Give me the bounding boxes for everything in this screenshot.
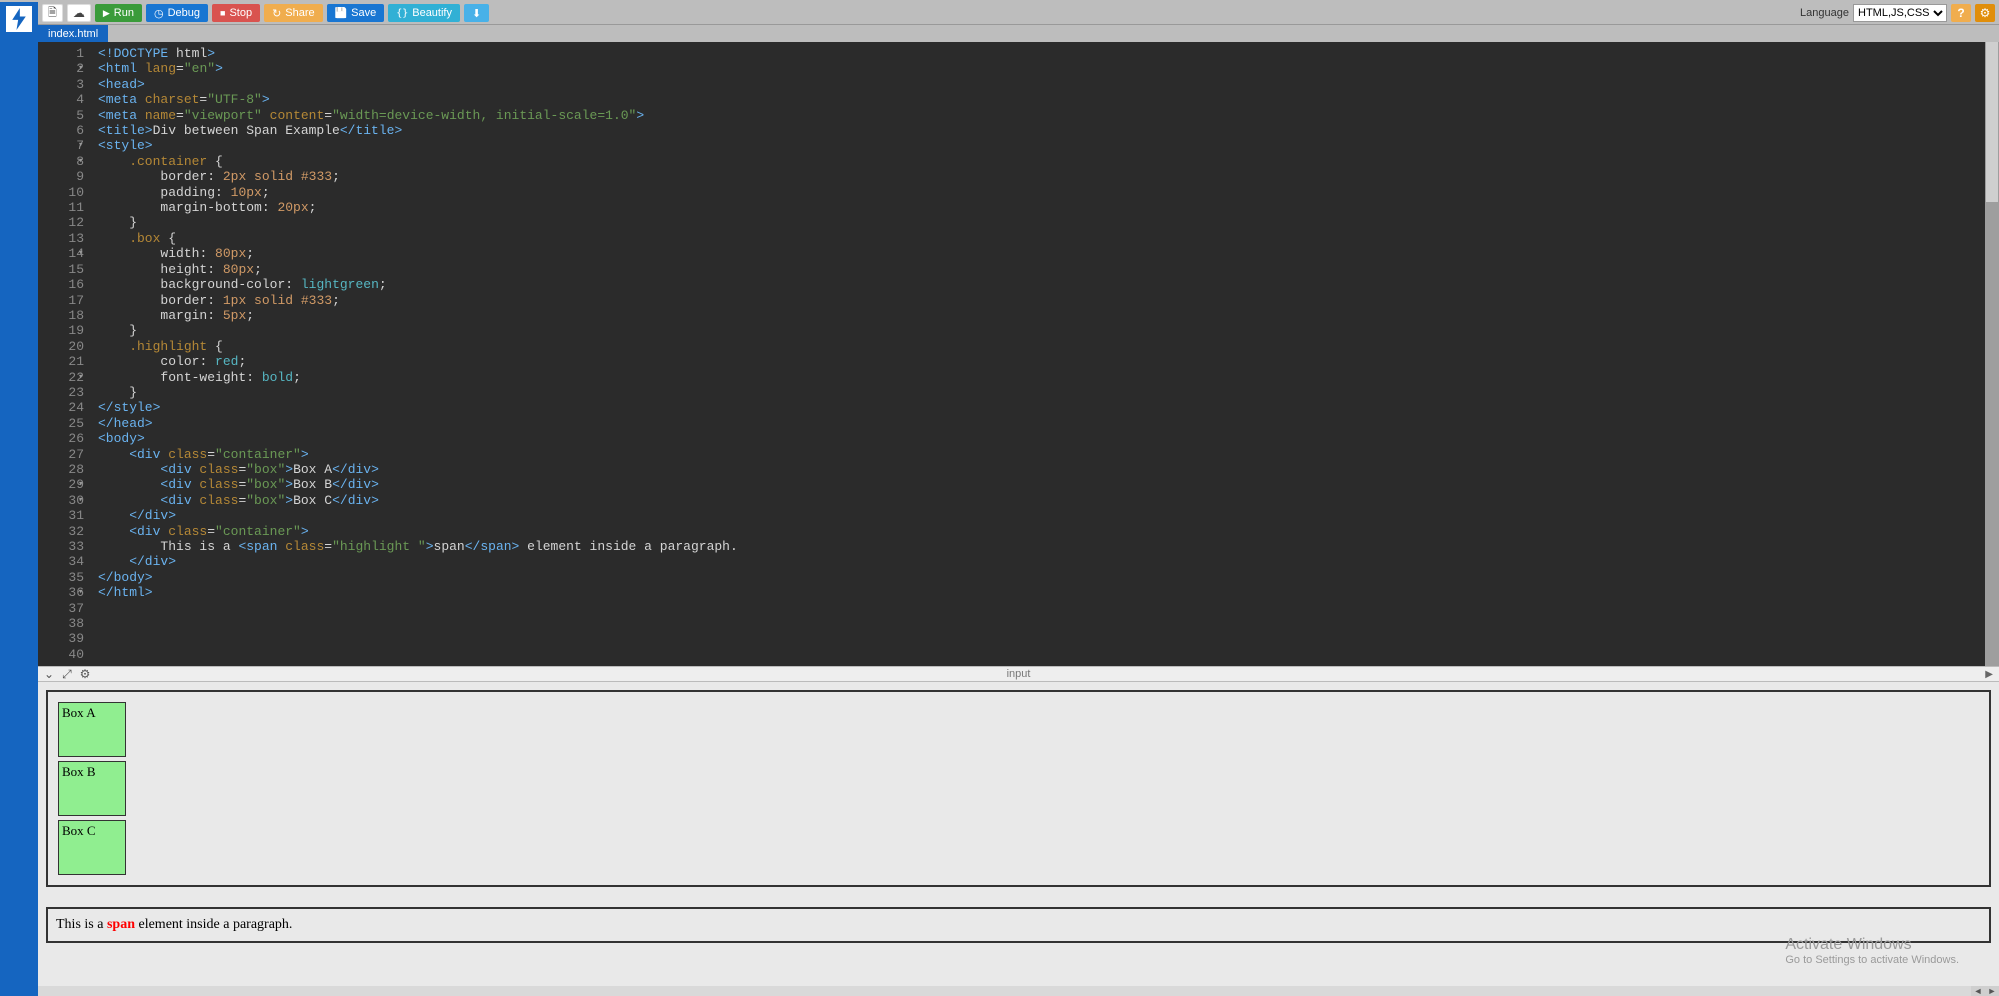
sidebar-column	[0, 2, 38, 996]
panel-divider[interactable]: ⌄ ⤢ ⚙ input ▶	[38, 666, 1999, 682]
share-button[interactable]: Share	[264, 4, 323, 22]
preview-box: Box B	[58, 761, 126, 816]
braces-icon	[396, 7, 408, 19]
preview-container-1: Box A Box B Box C	[46, 690, 1991, 887]
file-icon	[48, 4, 57, 23]
download-button[interactable]	[464, 4, 489, 22]
stop-icon	[220, 7, 225, 19]
preview-text-pre: This is a	[56, 917, 107, 932]
clock-icon	[154, 7, 164, 20]
language-select[interactable]: HTML,JS,CSS	[1853, 4, 1947, 22]
stop-label: Stop	[229, 7, 252, 19]
editor-scrollbar[interactable]	[1985, 42, 1999, 666]
preview-text-post: element inside a paragraph.	[135, 917, 292, 932]
new-file-button[interactable]	[42, 4, 63, 22]
save-icon	[335, 7, 347, 19]
code-body[interactable]: <!DOCTYPE html><html lang="en"><head><me…	[98, 42, 1985, 666]
cloud-icon	[73, 6, 85, 20]
file-tab-index[interactable]: index.html	[38, 25, 108, 42]
help-button[interactable]	[1951, 4, 1971, 22]
preview-panel: Box A Box B Box C This is a span element…	[38, 682, 1999, 986]
panel-arrow-icon[interactable]: ▶	[1985, 669, 1993, 680]
language-label: Language	[1800, 7, 1849, 19]
preview-highlight-span: span	[107, 917, 135, 932]
code-editor[interactable]: 1234567891011121314151617181920212223242…	[38, 42, 1999, 666]
tab-bar: index.html	[38, 24, 1999, 42]
scroll-left-icon[interactable]: ◄	[1971, 986, 1985, 996]
cloud-button[interactable]	[67, 4, 91, 22]
panel-title: input	[1007, 668, 1031, 680]
preview-box: Box A	[58, 702, 126, 757]
app-logo[interactable]	[4, 4, 34, 34]
debug-label: Debug	[168, 7, 200, 19]
expand-icon[interactable]: ⤢	[62, 667, 72, 682]
panel-gear-icon[interactable]: ⚙	[80, 667, 91, 681]
play-icon	[103, 7, 110, 19]
stop-button[interactable]: Stop	[212, 4, 260, 22]
scrollbar-thumb[interactable]	[1986, 42, 1998, 202]
settings-button[interactable]	[1975, 4, 1995, 22]
save-label: Save	[351, 7, 376, 19]
run-button[interactable]: Run	[95, 4, 142, 22]
scroll-right-icon[interactable]: ►	[1985, 986, 1999, 996]
download-icon	[472, 7, 481, 20]
share-label: Share	[285, 7, 314, 19]
help-icon	[1957, 6, 1964, 20]
line-number-gutter: 1234567891011121314151617181920212223242…	[38, 42, 90, 666]
share-icon	[272, 7, 281, 20]
beautify-label: Beautify	[412, 7, 452, 19]
run-label: Run	[114, 7, 134, 19]
debug-button[interactable]: Debug	[146, 4, 208, 22]
horizontal-scrollbar[interactable]: ◄ ►	[38, 986, 1999, 996]
preview-container-2: This is a span element inside a paragrap…	[46, 907, 1991, 943]
save-button[interactable]: Save	[327, 4, 385, 22]
preview-box: Box C	[58, 820, 126, 875]
beautify-button[interactable]: Beautify	[388, 4, 460, 22]
lightning-icon	[10, 8, 28, 30]
gear-icon	[1980, 6, 1991, 20]
file-tab-label: index.html	[48, 28, 98, 40]
main-toolbar: Run Debug Stop Share Save Beautify Langu…	[38, 2, 1999, 24]
collapse-icon[interactable]: ⌄	[44, 667, 54, 681]
